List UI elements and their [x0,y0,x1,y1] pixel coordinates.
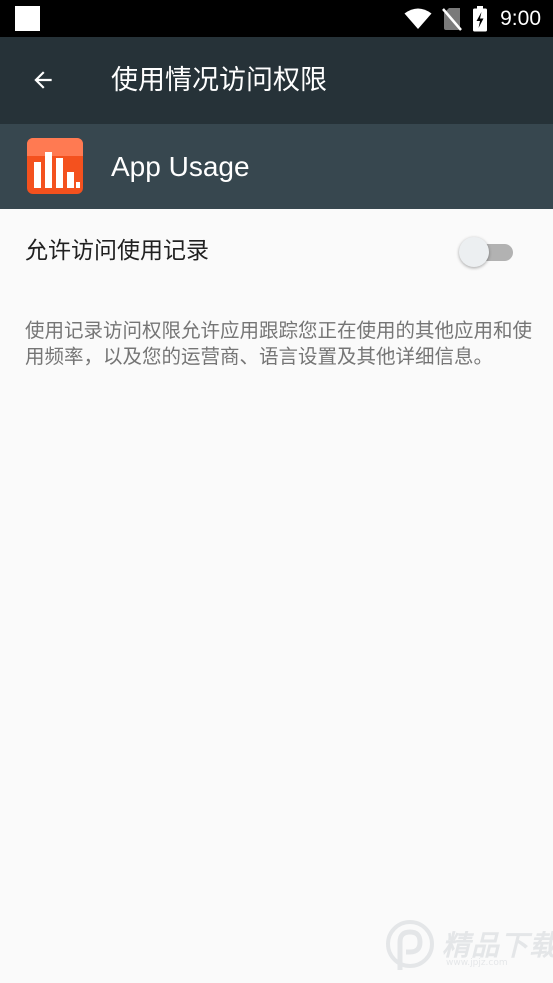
usage-access-setting-row[interactable]: 允许访问使用记录 [0,209,553,293]
page-title: 使用情况访问权限 [111,65,327,96]
switch-thumb [459,237,489,267]
app-header: App Usage [0,124,553,209]
setting-label: 允许访问使用记录 [25,238,209,264]
status-icons: 9:00 [404,0,541,37]
toolbar: 使用情况访问权限 [0,37,553,124]
back-button[interactable] [22,59,64,101]
app-name: App Usage [111,151,250,182]
setting-description: 使用记录访问权限允许应用跟踪您正在使用的其他应用和使用频率，以及您的运营商、语言… [25,319,533,368]
watermark-url: www.jpjz.com [446,958,508,968]
app-usage-bar-chart-icon [27,138,83,194]
notification-square-icon [15,6,40,31]
usage-access-switch[interactable] [459,237,515,267]
wifi-icon [404,8,432,29]
watermark: 精品下载 www.jpjz.com [384,918,553,974]
battery-charging-icon [473,5,488,31]
status-bar: 9:00 [0,0,553,37]
arrow-back-icon [34,71,52,89]
watermark-logo-icon [386,920,434,970]
no-sim-icon [442,7,463,31]
status-clock: 9:00 [500,6,541,30]
